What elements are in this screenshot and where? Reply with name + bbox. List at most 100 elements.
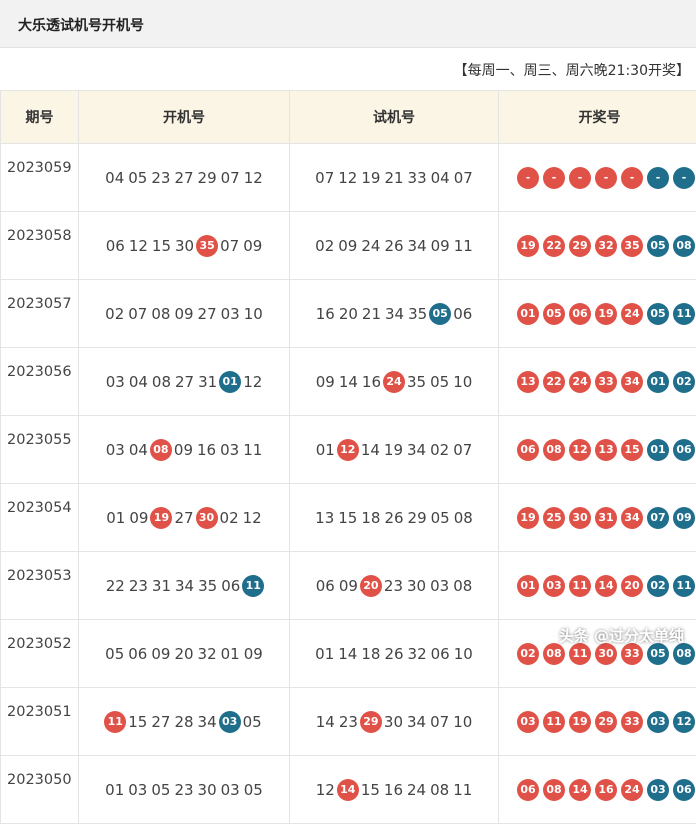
number: 23	[384, 577, 403, 595]
number: 34	[198, 713, 217, 731]
red-ball: 32	[595, 235, 617, 257]
red-ball: 13	[595, 439, 617, 461]
red-ball: 22	[543, 235, 565, 257]
prize-numbers-cell: 13222433340102	[499, 348, 696, 416]
number: 08	[151, 305, 170, 323]
number: 09	[174, 441, 193, 459]
table-row: 2023057020708092703101620213435050601050…	[1, 280, 696, 348]
number: 20	[339, 305, 358, 323]
red-ball: 33	[595, 371, 617, 393]
table-row: 2023050010305233003051214151624081106081…	[1, 756, 696, 824]
red-ball: -	[543, 167, 565, 189]
issue-number: 2023058	[1, 212, 79, 280]
blue-ball: 01	[647, 439, 669, 461]
red-ball: 24	[569, 371, 591, 393]
red-ball: 35	[621, 235, 643, 257]
red-ball: 29	[595, 711, 617, 733]
blue-ball: 03	[647, 779, 669, 801]
number: 05	[151, 781, 170, 799]
lottery-table: 期号 开机号 试机号 开奖号 2023059040523272907120712…	[0, 90, 696, 824]
red-ball: 29	[360, 711, 382, 733]
number: 16	[197, 441, 216, 459]
number: 10	[453, 373, 472, 391]
red-ball: 13	[517, 371, 539, 393]
number: 09	[339, 577, 358, 595]
number: 29	[198, 169, 217, 187]
number: 07	[454, 169, 473, 187]
number: 03	[128, 781, 147, 799]
shiji-numbers-cell: 13151826290508	[290, 484, 499, 552]
blue-ball: 07	[647, 507, 669, 529]
red-ball: 19	[569, 711, 591, 733]
number: 16	[316, 305, 335, 323]
number: 21	[362, 305, 381, 323]
number: 33	[408, 169, 427, 187]
red-ball: 19	[517, 235, 539, 257]
number: 30	[198, 781, 217, 799]
kaiji-numbers-cell: 03040809160311	[79, 416, 290, 484]
blue-ball: 06	[673, 779, 695, 801]
red-ball: 02	[517, 643, 539, 665]
number: 01	[315, 645, 334, 663]
red-ball: 20	[360, 575, 382, 597]
red-ball: -	[595, 167, 617, 189]
page-title: 大乐透试机号开机号	[18, 15, 144, 35]
number: 16	[384, 781, 403, 799]
table-row: 2023056030408273101120914162435051013222…	[1, 348, 696, 416]
number: 05	[105, 645, 124, 663]
title-bar: 大乐透试机号开机号	[0, 0, 696, 48]
shiji-numbers-cell: 01141826320610	[290, 620, 499, 688]
shiji-numbers-cell: 06092023300308	[290, 552, 499, 620]
column-header-prize: 开奖号	[499, 91, 696, 144]
red-ball: 03	[543, 575, 565, 597]
red-ball: 19	[517, 507, 539, 529]
number: 27	[151, 713, 170, 731]
red-ball: 31	[595, 507, 617, 529]
blue-ball: 11	[673, 303, 695, 325]
number: 09	[151, 645, 170, 663]
blue-ball: 06	[673, 439, 695, 461]
number: 12	[316, 781, 335, 799]
prize-numbers-cell: 06081416240306	[499, 756, 696, 824]
number: 06	[453, 305, 472, 323]
number: 23	[174, 781, 193, 799]
number: 27	[198, 305, 217, 323]
number: 35	[407, 373, 426, 391]
issue-number: 2023052	[1, 620, 79, 688]
number: 30	[407, 577, 426, 595]
number: 09	[174, 305, 193, 323]
number: 14	[339, 373, 358, 391]
number: 05	[244, 781, 263, 799]
number: 03	[106, 441, 125, 459]
blue-ball: 02	[673, 371, 695, 393]
number: 12	[129, 237, 148, 255]
red-ball: 29	[569, 235, 591, 257]
kaiji-numbers-cell: 11152728340305	[79, 688, 290, 756]
table-body: 20230590405232729071207121921330407-----…	[1, 144, 696, 824]
watermark: 头条 @过分太单纯	[559, 625, 684, 646]
red-ball: 16	[595, 779, 617, 801]
issue-number: 2023051	[1, 688, 79, 756]
red-ball: 06	[517, 439, 539, 461]
number: 34	[407, 713, 426, 731]
number: 08	[152, 373, 171, 391]
number: 03	[430, 577, 449, 595]
column-header-issue: 期号	[1, 91, 79, 144]
red-ball: 11	[104, 711, 126, 733]
number: 04	[129, 373, 148, 391]
number: 09	[243, 237, 262, 255]
number: 09	[431, 237, 450, 255]
red-ball: 06	[569, 303, 591, 325]
number: 20	[174, 645, 193, 663]
red-ball: 33	[621, 711, 643, 733]
number: 27	[175, 373, 194, 391]
number: 15	[338, 509, 357, 527]
blue-ball: 05	[429, 303, 451, 325]
issue-number: 2023050	[1, 756, 79, 824]
shiji-numbers-cell: 01121419340207	[290, 416, 499, 484]
red-ball: 05	[543, 303, 565, 325]
number: 05	[430, 373, 449, 391]
number: 11	[243, 441, 262, 459]
number: 01	[105, 781, 124, 799]
number: 24	[361, 237, 380, 255]
